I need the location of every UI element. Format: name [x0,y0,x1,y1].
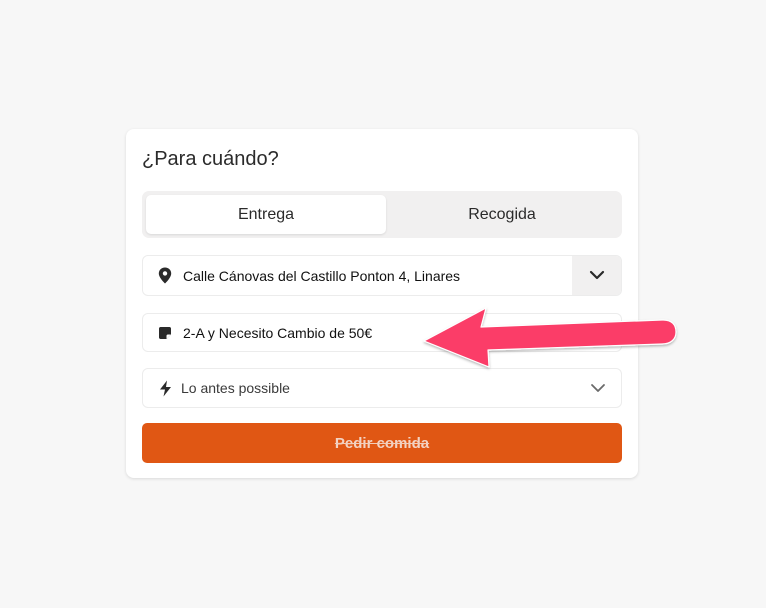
address-value: Calle Cánovas del Castillo Ponton 4, Lin… [183,267,461,284]
location-pin-icon [157,267,173,284]
lightning-icon [157,380,173,396]
address-dropdown-button[interactable] [572,256,621,295]
note-icon [157,325,173,341]
tab-entrega[interactable]: Entrega [146,195,386,234]
tab-recogida[interactable]: Recogida [386,195,618,234]
arrow-left-icon [423,307,677,368]
card-title: ¿Para cuándo? [142,148,279,170]
note-value: 2-A y Necesito Cambio de 50€ [183,324,373,341]
address-field[interactable]: Calle Cánovas del Castillo Ponton 4, Lin… [142,255,622,296]
order-food-button[interactable]: Pedir comida [142,423,622,463]
chevron-down-icon[interactable] [589,379,607,397]
chevron-down-icon [589,267,605,285]
delivery-time-value: Lo antes possible [181,380,290,396]
fulfillment-tabs: Entrega Recogida [142,191,622,238]
